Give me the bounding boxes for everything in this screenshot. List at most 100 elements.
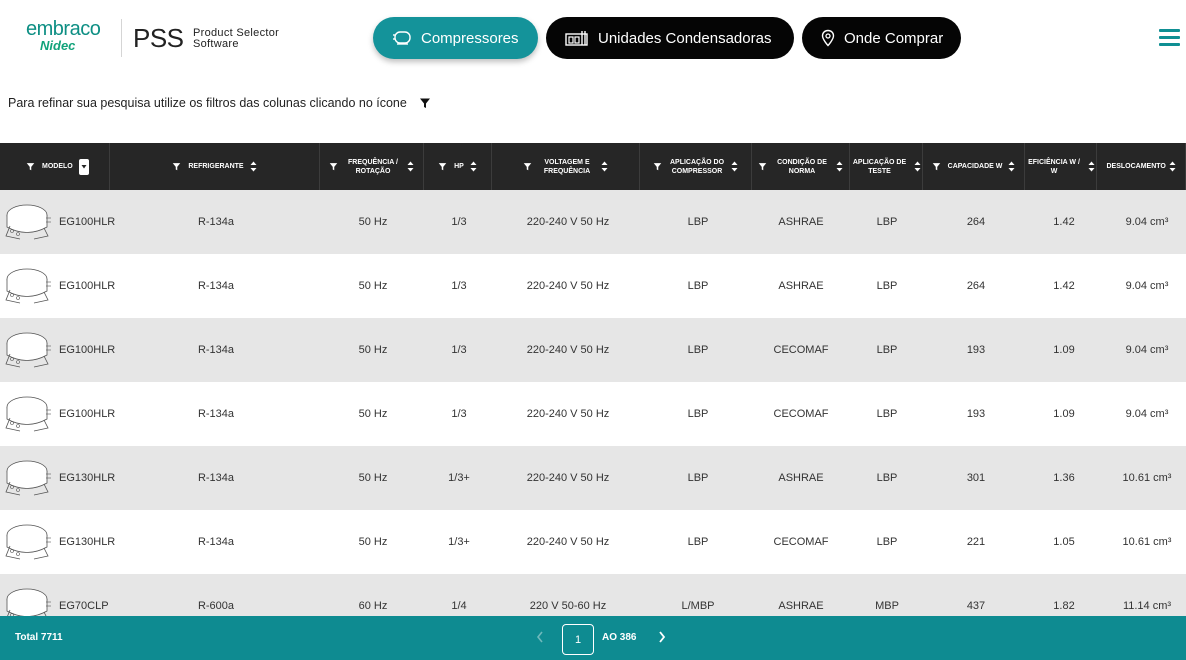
cell-deslocamento: 10.61 cm³ xyxy=(1122,536,1172,548)
column-header-aplicacao[interactable]: APLICAÇÃO DO COMPRESSOR xyxy=(640,143,752,190)
sort-icon[interactable] xyxy=(470,161,477,172)
filter-icon[interactable] xyxy=(758,162,767,171)
cell-deslocamento: 10.61 cm³ xyxy=(1122,472,1172,484)
filter-icon[interactable] xyxy=(329,162,338,171)
table-row[interactable]: EG130HLR R-134a 50 Hz 1/3+ 220-240 V 50 Hz LB… xyxy=(0,446,1186,510)
column-header-label: DESLOCAMENTO xyxy=(1106,163,1166,170)
cell-deslocamento: 11.14 cm³ xyxy=(1122,600,1172,612)
sort-icon[interactable] xyxy=(1088,161,1095,172)
filter-icon[interactable] xyxy=(438,162,447,171)
filter-icon[interactable] xyxy=(653,162,662,171)
page-total-label: AO 386 xyxy=(602,632,637,643)
cell-refrigerante: R-134a xyxy=(197,472,235,484)
filter-icon[interactable] xyxy=(26,162,35,171)
pagination-footer: Total 7711 1 AO 386 xyxy=(0,616,1186,660)
filter-hint-text: Para refinar sua pesquisa utilize os fil… xyxy=(8,96,407,110)
chevron-right-icon[interactable] xyxy=(657,630,667,647)
sort-icon[interactable] xyxy=(836,161,843,172)
total-count: Total 7711 xyxy=(15,632,63,643)
cell-refrigerante: R-600a xyxy=(197,600,235,612)
app-abbreviation: PSS xyxy=(133,23,184,53)
nav-compressores-button[interactable]: Compressores xyxy=(373,17,538,59)
cell-deslocamento: 9.04 cm³ xyxy=(1125,216,1169,228)
filter-icon xyxy=(419,98,430,108)
cell-modelo[interactable]: EG130HLR xyxy=(0,446,115,510)
sort-icon[interactable] xyxy=(731,161,738,172)
cell-refrigerante: R-134a xyxy=(197,280,235,292)
sort-dropdown-icon[interactable] xyxy=(78,158,89,175)
page-number-input[interactable]: 1 xyxy=(562,624,594,655)
table-row[interactable]: EG100HLR R-134a 50 Hz 1/3 220-240 V 50 Hz LBP… xyxy=(0,190,1186,254)
filter-icon[interactable] xyxy=(523,162,532,171)
table-row[interactable]: EG70CLP R-600a 60 Hz 1/4 220 V 50-60 Hz L/MBP… xyxy=(0,574,1186,616)
cell-voltagem: 220-240 V 50 Hz xyxy=(526,472,610,484)
column-header-label: CONDIÇÃO DE NORMA xyxy=(777,158,827,175)
column-header-capacidade[interactable]: CAPACIDADE W xyxy=(923,143,1025,190)
column-header-label: HP xyxy=(454,163,464,170)
column-header-voltagem[interactable]: VOLTAGEM E FREQUÊNCIA xyxy=(492,143,640,190)
cell-voltagem: 220-240 V 50 Hz xyxy=(526,536,610,548)
sort-icon[interactable] xyxy=(407,161,414,172)
cell-modelo[interactable]: EG100HLR xyxy=(0,190,115,254)
cell-modelo[interactable]: EG100HLR xyxy=(0,254,115,318)
app-header: embraco Nidec PSS Product Selector Softw… xyxy=(0,0,1186,76)
cell-modelo[interactable]: EG130HLR xyxy=(0,510,115,574)
cell-refrigerante: R-134a xyxy=(197,344,235,356)
cell-voltagem: 220 V 50-60 Hz xyxy=(529,600,607,612)
column-header-label: EFICIÊNCIA W / W xyxy=(1028,158,1080,175)
cell-modelo[interactable]: EG70CLP xyxy=(0,574,110,616)
column-header-label: REFRIGERANTE xyxy=(188,163,244,170)
location-pin-icon xyxy=(821,29,835,47)
column-header-condicao[interactable]: CONDIÇÃO DE NORMA xyxy=(752,143,850,190)
app-name-line2: Software xyxy=(193,38,239,50)
nav-compressores-label: Compressores xyxy=(421,29,519,47)
column-header-eficiencia[interactable]: EFICIÊNCIA W / W xyxy=(1025,143,1097,190)
column-header-label: VOLTAGEM E FREQUÊNCIA xyxy=(543,158,591,175)
table-row[interactable]: EG130HLR R-134a 50 Hz 1/3+ 220-240 V 50 Hz LB… xyxy=(0,510,1186,574)
table-row[interactable]: EG100HLR R-134a 50 Hz 1/3 220-240 V 50 Hz LBP… xyxy=(0,318,1186,382)
embraco-nidec-logo[interactable]: embraco Nidec xyxy=(26,19,116,57)
sort-icon[interactable] xyxy=(914,161,921,172)
column-header-label: CAPACIDADE W xyxy=(947,163,1003,170)
column-header-refrigerante[interactable]: REFRIGERANTE xyxy=(110,143,320,190)
nav-unidades-condensadoras-button[interactable]: Unidades Condensadoras xyxy=(546,17,794,59)
cell-modelo[interactable]: EG100HLR xyxy=(0,318,115,382)
logo-nidec-text: Nidec xyxy=(40,38,76,53)
table-row[interactable]: EG100HLR R-134a 50 Hz 1/3 220-240 V 50 Hz LBP… xyxy=(0,254,1186,318)
cell-modelo[interactable]: EG100HLR xyxy=(0,382,115,446)
hamburger-menu-icon[interactable] xyxy=(1159,29,1180,47)
sort-icon[interactable] xyxy=(601,161,608,172)
hamburger-line xyxy=(1159,29,1180,32)
cell-refrigerante: R-134a xyxy=(197,216,235,228)
column-header-label: APLICAÇÃO DE TESTE xyxy=(852,158,907,175)
column-header-teste[interactable]: APLICAÇÃO DE TESTE xyxy=(850,143,923,190)
column-header-frequencia[interactable]: FREQUÊNCIA / ROTAÇÃO xyxy=(320,143,424,190)
column-header-deslocamento[interactable]: DESLOCAMENTO xyxy=(1097,143,1186,190)
cell-voltagem: 220-240 V 50 Hz xyxy=(526,216,610,228)
filter-icon[interactable] xyxy=(172,162,181,171)
filter-icon[interactable] xyxy=(932,162,941,171)
column-header-modelo[interactable]: MODELO xyxy=(0,143,110,190)
sort-icon[interactable] xyxy=(1169,161,1176,172)
cell-voltagem: 220-240 V 50 Hz xyxy=(526,280,610,292)
cell-refrigerante: R-134a xyxy=(197,408,235,420)
table-row[interactable]: EG100HLR R-134a 50 Hz 1/3 220-240 V 50 Hz LBP… xyxy=(0,382,1186,446)
filter-hint: Para refinar sua pesquisa utilize os fil… xyxy=(8,96,431,110)
sort-icon[interactable] xyxy=(250,161,257,172)
cell-voltagem: 220-240 V 50 Hz xyxy=(526,344,610,356)
nav-onde-comprar-button[interactable]: Onde Comprar xyxy=(802,17,961,59)
table-body: EG100HLR R-134a 50 Hz 1/3 220-240 V 50 Hz LBP… xyxy=(0,190,1186,616)
app-name: Product Selector Software xyxy=(193,28,279,50)
sort-icon[interactable] xyxy=(1008,161,1015,172)
cell-voltagem: 220-240 V 50 Hz xyxy=(526,408,610,420)
column-header-hp[interactable]: HP xyxy=(424,143,492,190)
table-header: MODELO REFRIGERANTE FREQUÊNCIA / ROTAÇÃO HP… xyxy=(0,143,1186,190)
nav-onde-comprar-label: Onde Comprar xyxy=(844,29,944,47)
compressor-icon xyxy=(393,31,411,45)
chevron-left-icon[interactable] xyxy=(535,630,545,647)
cell-deslocamento: 9.04 cm³ xyxy=(1125,408,1169,420)
cell-deslocamento: 9.04 cm³ xyxy=(1125,280,1169,292)
column-header-label: FREQUÊNCIA / ROTAÇÃO xyxy=(348,158,398,175)
column-header-label: APLICAÇÃO DO COMPRESSOR xyxy=(669,158,725,175)
condensing-unit-icon xyxy=(565,31,588,46)
